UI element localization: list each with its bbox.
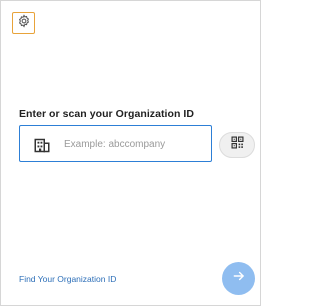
gear-icon xyxy=(17,13,31,33)
scan-qr-button[interactable] xyxy=(219,132,255,158)
arrow-right-icon xyxy=(232,269,246,288)
org-id-prompt: Enter or scan your Organization ID xyxy=(19,108,194,120)
login-screen: Enter or scan your Organization ID Examp… xyxy=(0,0,261,306)
building-icon xyxy=(33,135,51,153)
settings-button[interactable] xyxy=(12,12,35,34)
next-button[interactable] xyxy=(222,262,255,295)
org-id-field[interactable] xyxy=(19,125,212,162)
org-id-input[interactable] xyxy=(64,134,204,154)
qr-code-icon xyxy=(230,136,244,154)
find-org-id-link[interactable]: Find Your Organization ID xyxy=(19,274,116,284)
